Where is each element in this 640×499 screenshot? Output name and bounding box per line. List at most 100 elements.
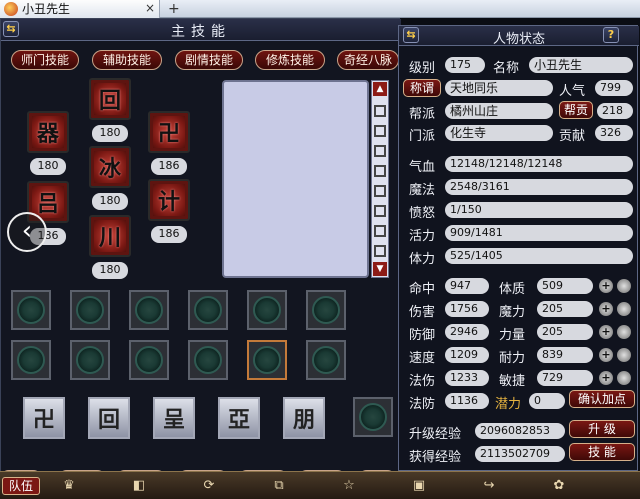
character-status-panel: ⇆ 人物状态 ? 级别 175 名称 小丑先生 称谓 天地同乐 人气 799 帮… [398,25,639,471]
minus-icon[interactable] [617,325,631,339]
mp-label: 魔法 [409,183,436,198]
fret-ornament-icon [374,185,386,197]
skills-panel-header[interactable]: ⇆ 主技能 [1,19,401,41]
team-button[interactable]: 队伍 [2,477,40,495]
taskbar-icon[interactable]: ✿ [550,477,568,495]
title-value: 天地同乐 [445,80,553,96]
skill-glyph: 川 [98,226,121,251]
item-icon[interactable]: 呈 [153,397,195,439]
inventory-slot[interactable] [11,290,51,330]
skill-tab[interactable]: 师门技能 [11,50,79,70]
back-arrow-icon[interactable]: ‹ [7,212,47,252]
taskbar-icon[interactable]: ⟳ [200,477,218,495]
minus-icon[interactable] [617,371,631,385]
skill-tab[interactable]: 奇经八脉 [337,50,399,70]
title-button[interactable]: 称谓 [403,79,441,97]
minus-icon[interactable] [617,302,631,316]
inventory-slot[interactable] [306,290,346,330]
inventory-slot[interactable] [129,290,169,330]
stat-value: 1136 [445,393,489,409]
plus-icon[interactable]: + [599,348,613,362]
plus-icon[interactable]: + [599,371,613,385]
minus-icon[interactable] [617,348,631,362]
skill-tab[interactable]: 辅助技能 [92,50,162,70]
help-icon[interactable]: ? [603,27,619,43]
plus-icon[interactable]: + [599,325,613,339]
skill-icon[interactable]: 冰 [89,146,131,188]
fret-ornament-icon [374,245,386,257]
plus-icon[interactable]: + [599,279,613,293]
new-tab-icon[interactable]: + [168,1,180,17]
inventory-slot[interactable] [247,290,287,330]
browser-tab[interactable]: 小丑先生 × [0,0,160,18]
medallion-icon [312,296,340,324]
name-label: 名称 [493,61,520,76]
inventory-slot[interactable] [188,340,228,380]
skill-icon[interactable]: 卍 [148,111,190,153]
stat-value: 1756 [445,301,489,317]
browser-tab-bar: 小丑先生 × + [0,0,640,18]
inventory-slot[interactable] [306,340,346,380]
gang-contribution-button[interactable]: 帮贡 [559,101,593,119]
inventory-slot[interactable] [70,340,110,380]
skill-icon[interactable]: 计 [148,179,190,221]
upgrade-exp-value: 2096082853 [475,423,565,439]
skill-tab[interactable]: 修炼技能 [255,50,325,70]
stat-label: 法伤 [409,374,436,389]
inventory-slot[interactable] [70,290,110,330]
potential-value: 0 [529,393,565,409]
medallion-icon [253,346,281,374]
fret-ornament-icon [374,205,386,217]
confirm-points-button[interactable]: 确认加点 [569,390,635,408]
taskbar-icon[interactable]: ◧ [130,477,148,495]
stat-value: 1209 [445,347,489,363]
skills-button[interactable]: 技 能 [569,443,635,461]
medallion-icon [76,346,104,374]
item-icon[interactable]: 回 [88,397,130,439]
inventory-slot[interactable] [188,290,228,330]
skill-icon[interactable]: 回 [89,78,131,120]
minus-icon[interactable] [617,279,631,293]
attribute-label: 敏捷 [499,374,526,389]
item-icon[interactable]: 亞 [218,397,260,439]
taskbar-icon[interactable]: ☆ [340,477,358,495]
name-value: 小丑先生 [529,57,633,73]
skill-icon[interactable]: 器 [27,111,69,153]
upgrade-button[interactable]: 升 级 [569,420,635,438]
attribute-label: 体质 [499,282,526,297]
medallion-icon [194,296,222,324]
taskbar-icon[interactable]: ↪ [480,477,498,495]
game-logo-icon [4,1,18,16]
stat-label: 法防 [409,397,436,412]
vitality-value: 909/1481 [445,225,633,241]
skills-panel-title: 主技能 [171,24,231,40]
popularity-label: 人气 [559,84,586,99]
scroll-down-icon[interactable]: ▼ [373,262,387,276]
plus-icon[interactable]: + [599,302,613,316]
stat-label: 伤害 [409,305,436,320]
stat-label: 速度 [409,351,436,366]
close-tab-icon[interactable]: × [145,1,155,15]
inventory-slot[interactable] [129,340,169,380]
skill-level: 186 [151,226,187,243]
taskbar-icon[interactable]: ♛ [60,477,78,495]
medallion-icon [253,296,281,324]
inventory-slot[interactable] [353,397,393,437]
fret-ornament-icon [374,105,386,117]
item-icon[interactable]: 卍 [23,397,65,439]
skill-icon[interactable]: 川 [89,215,131,257]
inventory-slot[interactable] [247,340,287,380]
gained-exp-value: 2113502709 [475,446,565,462]
status-panel-header[interactable]: ⇆ 人物状态 ? [399,26,639,47]
item-icon[interactable]: 朋 [283,397,325,439]
taskbar-icon[interactable]: ▣ [410,477,428,495]
scroll-up-icon[interactable]: ▲ [373,82,387,96]
stamina-value: 525/1405 [445,248,633,264]
sect-label: 门派 [409,129,436,144]
skill-tab[interactable]: 剧情技能 [175,50,243,70]
taskbar-icon[interactable]: ⧉ [270,477,288,495]
description-scrollbar[interactable]: ▲ ▼ [371,80,389,278]
attribute-value: 729 [537,370,593,386]
inventory-slot[interactable] [11,340,51,380]
hp-label: 气血 [409,160,436,175]
